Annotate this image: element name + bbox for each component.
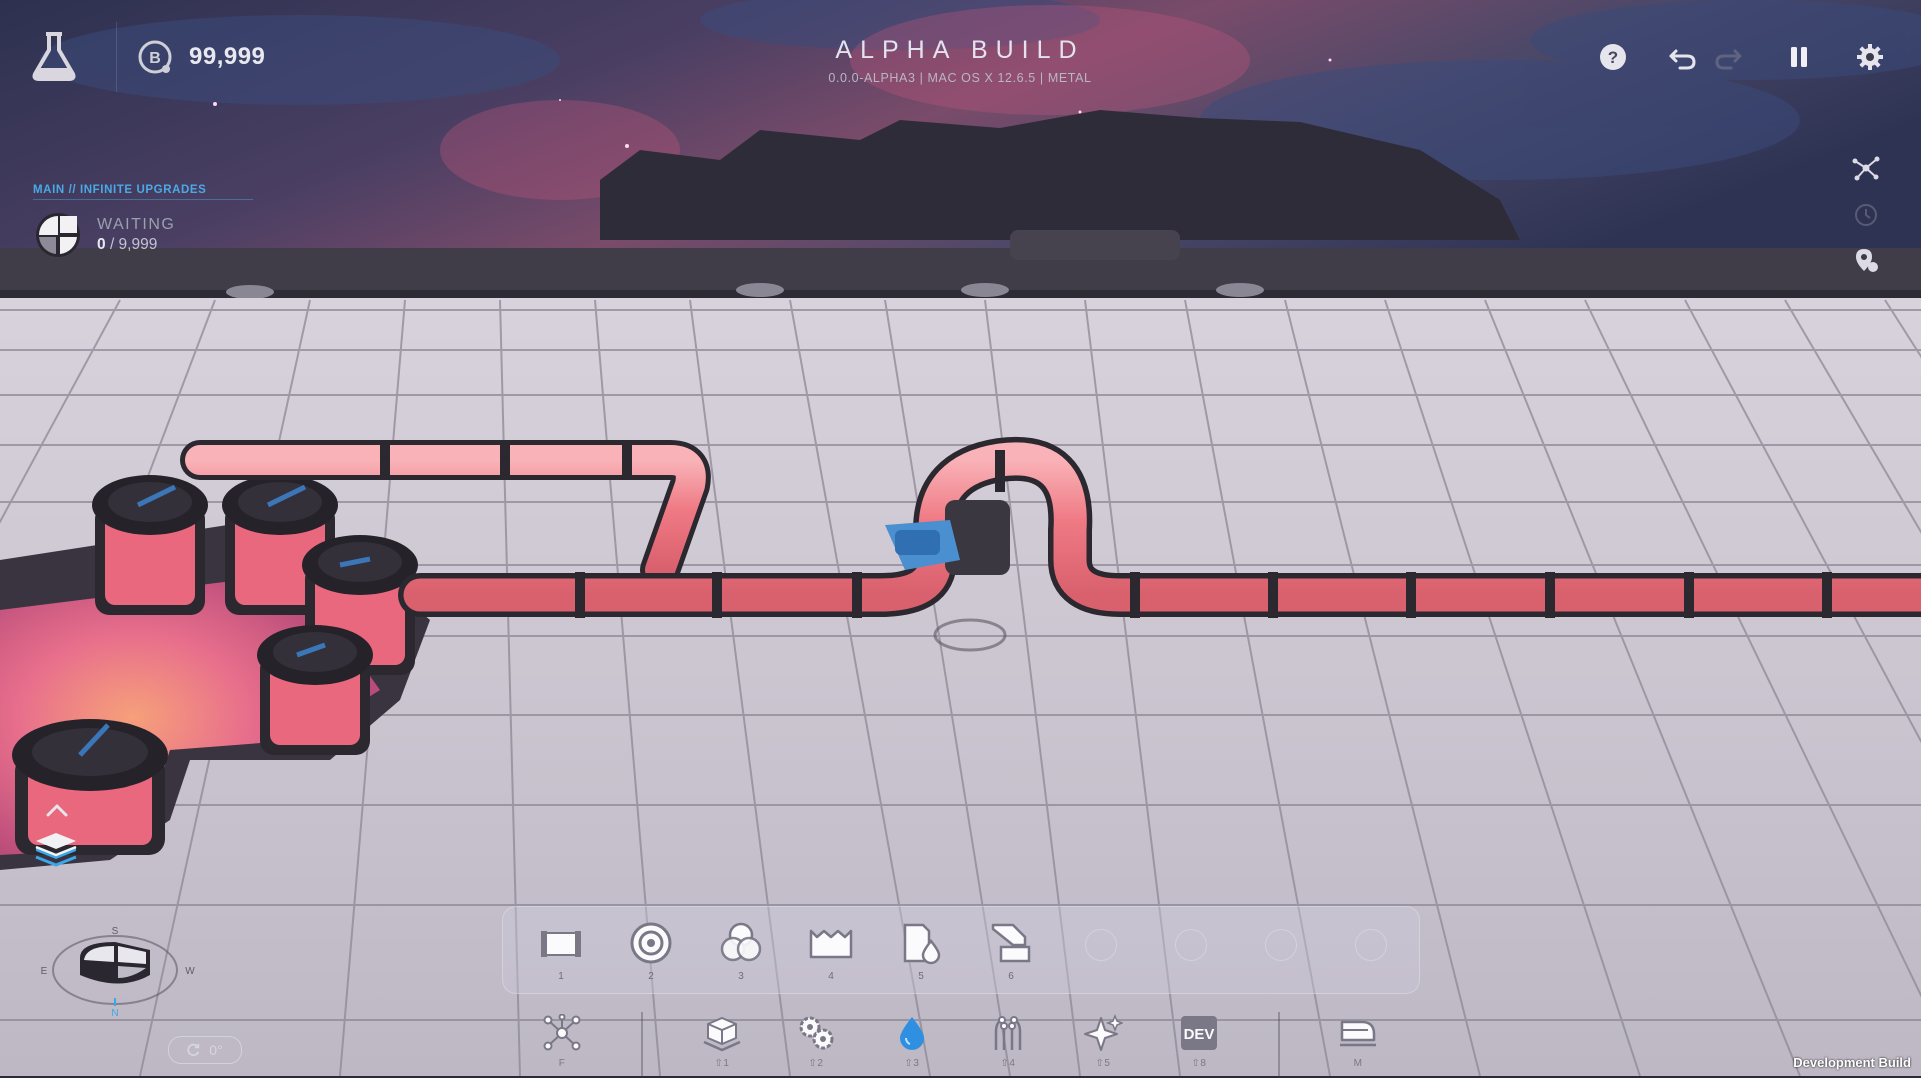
belts-icon — [703, 1016, 741, 1052]
tracker-status: WAITING — [97, 216, 176, 233]
layers-icon — [35, 833, 77, 867]
flask-icon — [32, 32, 76, 81]
category-dev[interactable]: DEV ⇧8 — [1169, 1014, 1229, 1074]
pause-button[interactable] — [1782, 40, 1816, 74]
development-build-label: Development Build — [1793, 1055, 1911, 1070]
undo-button[interactable] — [1666, 40, 1700, 74]
category-separator — [641, 1012, 643, 1078]
compass-e: E — [41, 966, 48, 977]
toolbar-slot-empty[interactable] — [1339, 921, 1403, 987]
dev-icon: DEV — [1181, 1016, 1217, 1050]
foundation-icon — [541, 931, 581, 957]
category-key: ⇧8 — [1191, 1058, 1207, 1069]
undo-icon — [1669, 49, 1696, 70]
category-key: F — [558, 1058, 566, 1069]
building-toolbar: 1 2 3 4 5 6 — [502, 906, 1420, 994]
category-key: ⇧3 — [904, 1058, 920, 1069]
layer-up-button[interactable] — [42, 800, 72, 820]
train-icon — [1340, 1020, 1376, 1047]
toolbar-slot-key: 3 — [738, 971, 744, 982]
toolbar-slot-1[interactable]: 1 — [529, 921, 593, 987]
build-title: ALPHA BUILD — [835, 36, 1085, 64]
svg-text:?: ? — [1608, 48, 1618, 67]
tracker-progress: 0 / 9,999 — [97, 236, 175, 254]
tracker-header: MAIN // INFINITE UPGRADES — [33, 184, 253, 200]
settings-icon — [1857, 44, 1883, 70]
category-wires[interactable]: ⇧4 — [978, 1014, 1038, 1074]
compass-w: W — [185, 966, 195, 977]
category-separator — [1278, 1012, 1280, 1078]
shape-goal-icon — [36, 213, 80, 257]
category-effects[interactable]: ⇧5 — [1073, 1014, 1133, 1074]
pump-icon — [991, 923, 1031, 963]
settings-button[interactable] — [1853, 40, 1887, 74]
dev-label: DEV — [1184, 1026, 1215, 1043]
category-key: ⇧1 — [714, 1058, 730, 1069]
toolbar-slot-key: 5 — [918, 971, 924, 982]
coin-icon: B — [138, 40, 172, 74]
fluids-icon — [900, 1017, 924, 1050]
wires-icon — [994, 1016, 1022, 1050]
tracker-progress-current: 0 — [97, 236, 106, 253]
toolbar-slot-key: 2 — [648, 971, 654, 982]
processing-icon — [799, 1016, 834, 1050]
help-button[interactable]: ? — [1596, 40, 1630, 74]
build-banner: ALPHA BUILD 0.0.0-ALPHA3 | MAC OS X 12.6… — [760, 36, 1160, 85]
layer-selector[interactable] — [32, 825, 80, 873]
toolbar-slot-empty[interactable] — [1249, 921, 1313, 987]
category-processing[interactable]: ⇧2 — [786, 1014, 846, 1074]
toolbar-slot-empty[interactable] — [1159, 921, 1223, 987]
build-info: 0.0.0-ALPHA3 | MAC OS X 12.6.5 | METAL — [828, 71, 1092, 85]
mixer-icon — [720, 922, 762, 962]
effects-icon — [1084, 1014, 1123, 1051]
toolbar-slot-key: 1 — [558, 971, 564, 982]
extractor-icon — [630, 922, 672, 964]
network-view-button[interactable] — [1851, 153, 1881, 183]
tracker-progress-total: / 9,999 — [109, 236, 158, 253]
toolbar-slot-5[interactable]: 5 — [889, 921, 953, 987]
toolbar-slot-4[interactable]: 4 — [799, 921, 863, 987]
map-marker-icon — [1856, 249, 1878, 272]
fluid-tank-icon — [809, 929, 853, 959]
toolbar-slot-3[interactable]: 3 — [709, 921, 773, 987]
category-key: ⇧5 — [1095, 1058, 1111, 1069]
network-icon — [1852, 156, 1880, 181]
category-key: ⇧2 — [808, 1058, 824, 1069]
category-fluids[interactable]: ⇧3 — [882, 1014, 942, 1074]
currency-amount: 99,999 — [189, 43, 266, 70]
upgrade-tracker[interactable]: MAIN // INFINITE UPGRADES WAITING 0 / 9,… — [33, 184, 253, 260]
help-icon: ? — [1600, 44, 1626, 70]
chevron-up-icon — [46, 804, 68, 817]
pause-icon — [1791, 47, 1807, 67]
category-trains[interactable]: M — [1328, 1014, 1388, 1074]
category-key: ⇧4 — [1000, 1058, 1016, 1069]
history-button[interactable] — [1851, 200, 1881, 230]
toolbar-slot-6[interactable]: 6 — [979, 921, 1043, 987]
toolbar-slot-key: 4 — [828, 971, 834, 982]
category-belts[interactable]: ⇧1 — [692, 1014, 752, 1074]
svg-text:B: B — [149, 50, 161, 67]
category-key: M — [1353, 1058, 1363, 1069]
category-bar: F ⇧1 ⇧2 ⇧3 ⇧4 ⇧5 DEV ⇧8 M — [0, 1004, 1921, 1078]
toolbar-slot-key: 6 — [1008, 971, 1014, 982]
fluid-canister-icon — [903, 923, 941, 965]
redo-icon — [1715, 49, 1742, 70]
toolbar-slot-empty[interactable] — [1069, 921, 1133, 987]
history-icon — [1855, 204, 1877, 226]
currency-display[interactable]: B 99,999 — [116, 22, 265, 92]
redo-button[interactable] — [1711, 40, 1745, 74]
toolbar-slot-2[interactable]: 2 — [619, 921, 683, 987]
category-network[interactable]: F — [532, 1014, 592, 1074]
compass-s: S — [112, 926, 119, 937]
research-button[interactable] — [26, 28, 82, 84]
network-icon — [543, 1014, 581, 1051]
map-marker-button[interactable] — [1851, 245, 1881, 275]
